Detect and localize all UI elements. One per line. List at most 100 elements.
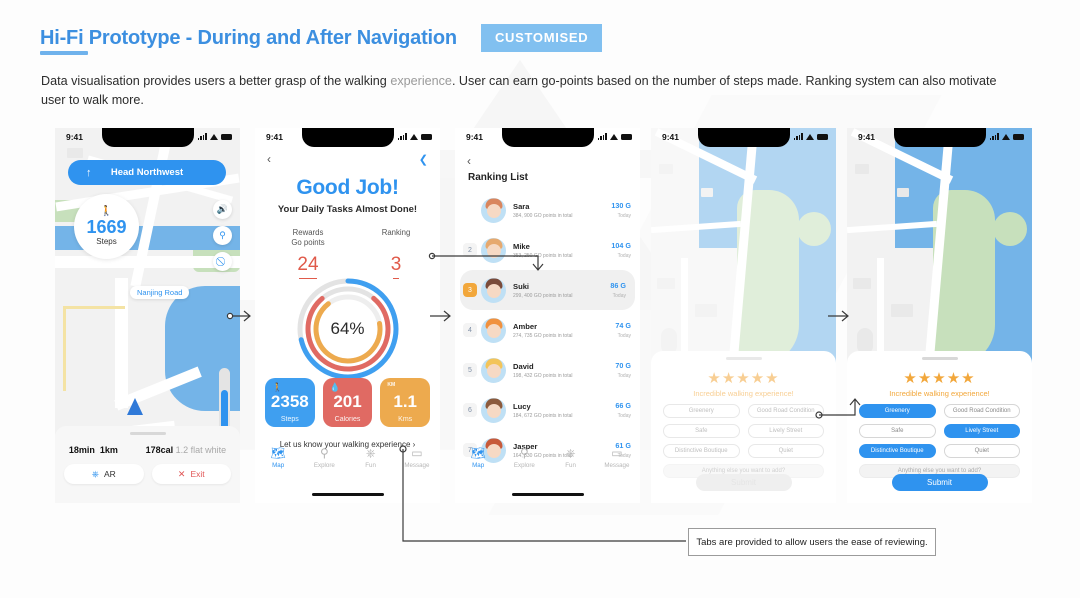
home-indicator — [311, 492, 384, 496]
rank-points: 74 G — [615, 321, 631, 330]
tab-map[interactable]: 🗺 Map — [455, 447, 501, 481]
rank-badge — [463, 203, 477, 217]
status-badge: CUSTOMISED — [480, 24, 603, 52]
walking-person-icon: 🚶 — [100, 206, 113, 217]
ranking-row[interactable]: 5 David 198, 432 GO points in total 70 G Tod… — [455, 350, 640, 390]
rewards-block: Rewards Go points 24 — [273, 228, 343, 279]
trip-calories: 178cal — [145, 445, 174, 455]
ranking-block: Ranking 3 — [366, 228, 426, 279]
review-tag[interactable]: Safe — [663, 424, 740, 438]
signal-icon — [397, 133, 407, 140]
ranking-row[interactable]: 6 Lucy 184, 672 GO points in total 66 G Toda… — [455, 390, 640, 430]
volume-icon[interactable]: 🔊 — [213, 200, 232, 219]
rank-period: Today — [617, 373, 631, 379]
ranking-list-title: Ranking List — [468, 172, 529, 183]
sheet-grabber[interactable] — [129, 432, 166, 435]
battery-icon — [421, 133, 432, 140]
kms-card-value: 1.1 — [393, 392, 417, 411]
tab-fun-label: Fun — [365, 462, 376, 469]
rank-badge: 2 — [463, 243, 477, 257]
ranking-row[interactable]: 2 Mike 353, 250 GO points in total 104 G Tod… — [455, 230, 640, 270]
steps-card-value: 2358 — [270, 392, 309, 411]
rank-period: Today — [617, 253, 631, 259]
status-time: 9:41 — [858, 132, 876, 142]
review-tag[interactable]: Lively Street — [747, 424, 824, 438]
tab-message[interactable]: ▭ Message — [594, 447, 640, 481]
phone-notch — [893, 128, 986, 147]
review-tag[interactable]: Greenery — [663, 404, 740, 418]
review-tag[interactable]: Good Road Condition — [943, 404, 1020, 418]
rank-points: 130 G — [611, 201, 631, 210]
summary-title: Good Job! — [296, 176, 399, 199]
user-location-marker — [127, 398, 143, 415]
status-time: 9:41 — [66, 132, 84, 142]
tab-explore-label: Explore — [313, 462, 335, 469]
tab-map[interactable]: 🗺 Map — [255, 447, 301, 481]
description-paragraph: Data visualisation provides users a bett… — [41, 72, 1001, 110]
ranking-row[interactable]: 4 Amber 274, 735 GO points in total 74 G Tod… — [455, 310, 640, 350]
progress-percentage: 64% — [330, 319, 365, 338]
bottom-tab-bar: 🗺 Map ⚲ Explore ⎈ Fun ▭ Message — [255, 447, 440, 481]
stat-card-kms[interactable]: KM 1.1 Kms — [380, 378, 431, 427]
phone-notch — [501, 128, 594, 147]
chevron-left-icon[interactable]: ‹ — [467, 154, 471, 168]
rank-user-name: Suki — [513, 281, 530, 291]
ranking-value: 3 — [391, 254, 401, 279]
avatar — [481, 397, 506, 423]
review-tag[interactable]: Quiet — [747, 444, 824, 458]
rank-badge: 5 — [463, 363, 477, 377]
status-time: 9:41 — [662, 132, 680, 142]
review-tag[interactable]: Distinctive Boutique — [663, 444, 740, 458]
signal-icon — [197, 133, 207, 140]
tab-message-label: Message — [404, 462, 430, 469]
ranking-row[interactable]: 3 Suki 299, 400 GO points in total 86 G Toda… — [460, 270, 635, 310]
box-icon: ⎈ — [565, 446, 576, 460]
title-underline — [40, 51, 88, 55]
stat-card-steps[interactable]: 🚶 2358 Steps — [265, 378, 315, 427]
avatar — [481, 317, 506, 343]
signal-icon — [793, 133, 803, 140]
navigation-direction-pill[interactable]: ↑ Head Northwest — [68, 160, 226, 185]
no-entry-icon[interactable]: ⃠ — [213, 252, 232, 271]
rank-user-points-total: 184, 672 GO points in total — [513, 412, 573, 419]
phone-screen-navigation: ↑ Head Northwest 🚶 1669 Steps 🔊 ⚲ ⃠ Nanj… — [55, 128, 240, 503]
rewards-caption-line1: Rewards — [292, 228, 324, 237]
tab-message[interactable]: ▭ Message — [394, 447, 440, 481]
review-tag-group: Greenery Good Road Condition Safe Lively St… — [663, 404, 824, 478]
sheet-grabber[interactable] — [921, 357, 958, 360]
review-tag[interactable]: Good Road Condition — [747, 404, 824, 418]
tab-fun[interactable]: ⎈ Fun — [548, 447, 594, 481]
tab-explore[interactable]: ⚲ Explore — [301, 447, 347, 481]
rank-period: Today — [617, 413, 631, 419]
tab-map-label: Map — [472, 462, 485, 469]
share-icon[interactable]: ❮ — [419, 153, 428, 166]
box-icon: ⎈ — [365, 446, 376, 460]
star-rating[interactable]: ★★★★★ — [847, 369, 1032, 387]
star-rating[interactable]: ★★★★★ — [651, 369, 836, 387]
review-tag[interactable]: Lively Street — [943, 424, 1020, 438]
review-tag[interactable]: Quiet — [943, 444, 1020, 458]
review-tag-group: Greenery Good Road Condition Safe Lively St… — [859, 404, 1020, 478]
review-tag[interactable]: Safe — [859, 424, 936, 438]
search-icon[interactable]: ⚲ — [213, 226, 232, 245]
submit-button[interactable]: Submit — [695, 474, 792, 491]
progress-donut-chart: 64% — [295, 276, 401, 382]
tab-fun[interactable]: ⎈ Fun — [348, 447, 394, 481]
page-header: Hi-Fi Prototype - During and After Navig… — [40, 24, 603, 52]
sheet-grabber[interactable] — [725, 357, 762, 360]
rank-user-points-total: 299, 400 GO points in total — [513, 292, 573, 299]
exit-button[interactable]: ✕ Exit — [151, 464, 231, 484]
battery-icon — [621, 133, 632, 140]
chevron-left-icon[interactable]: ‹ — [267, 152, 271, 166]
navigation-direction-label: Head Northwest — [110, 167, 184, 178]
phone-notch — [301, 128, 394, 147]
submit-button[interactable]: Submit — [891, 474, 988, 491]
message-icon: ▭ — [411, 446, 423, 460]
ranking-row[interactable]: Sara 384, 900 GO points in total 130 G Toda… — [455, 190, 640, 230]
review-tag[interactable]: Distinctive Boutique — [859, 444, 936, 458]
tab-explore[interactable]: ⚲ Explore — [501, 447, 547, 481]
ar-button[interactable]: ⎈ AR — [64, 464, 144, 484]
review-tag[interactable]: Greenery — [859, 404, 936, 418]
stat-card-calories[interactable]: 💧 201 Calories — [322, 378, 373, 427]
map-icon: 🗺 — [470, 446, 486, 460]
